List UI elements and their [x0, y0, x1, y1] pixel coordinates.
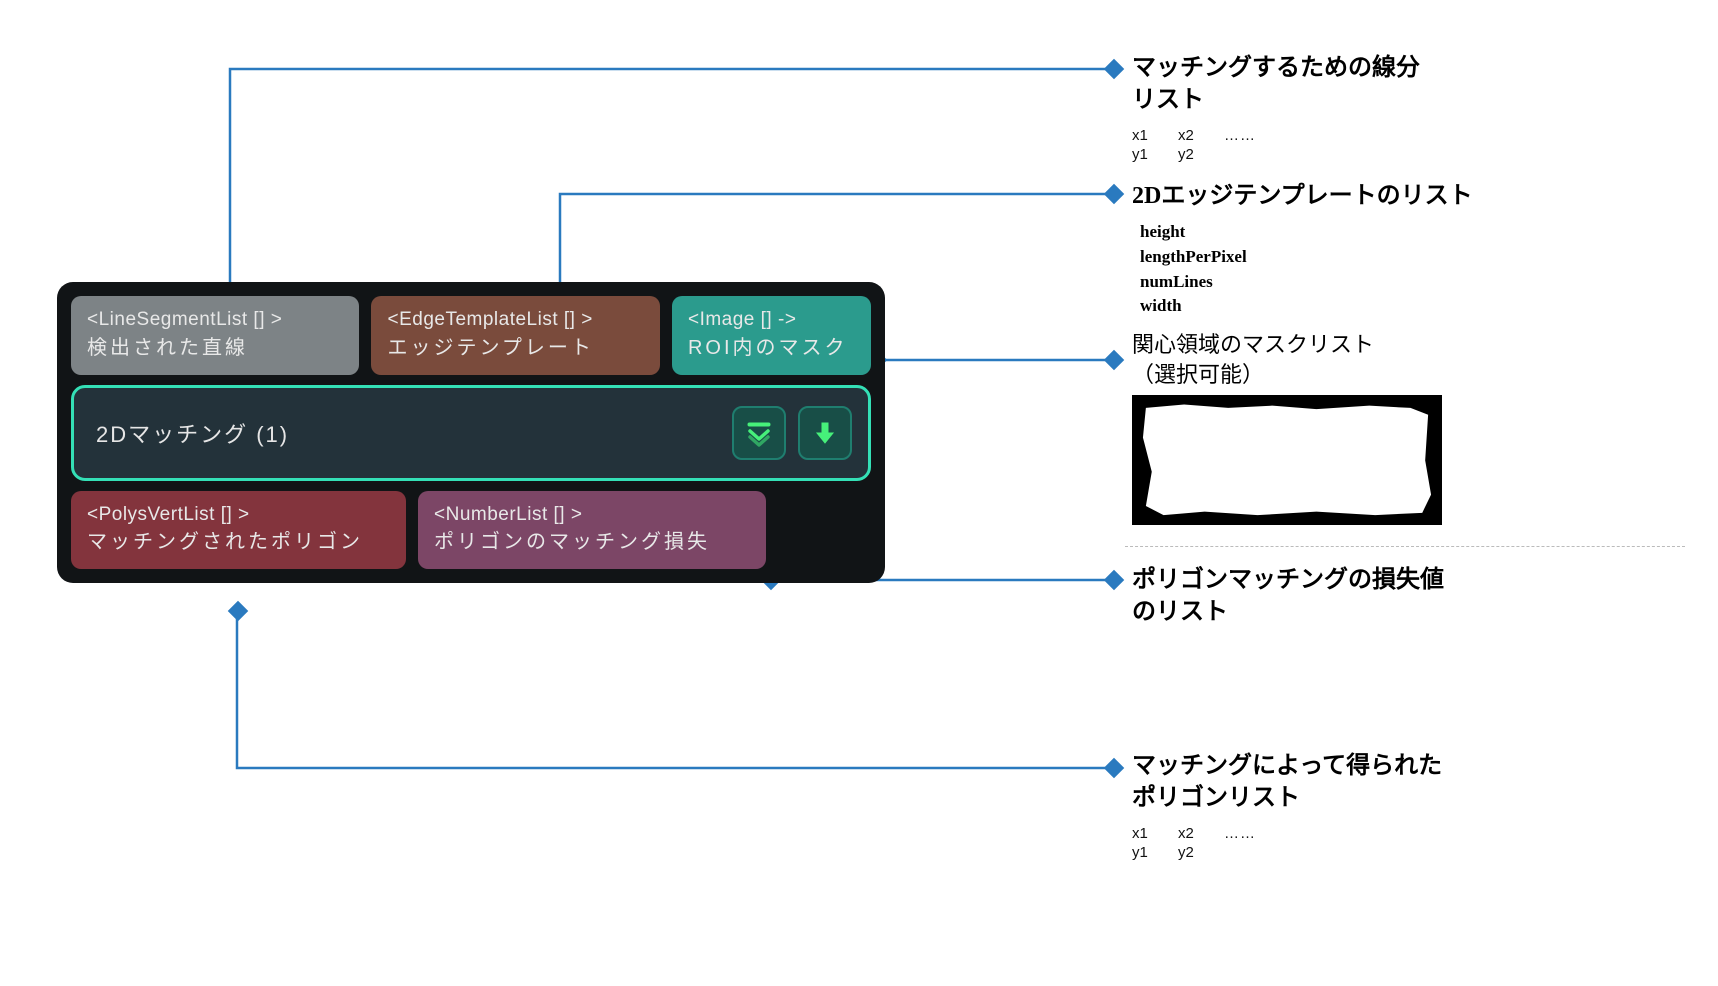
callout-rows: y1 y2 [1132, 146, 1672, 163]
arrow-down-bold-icon [811, 419, 839, 447]
col: y2 [1178, 146, 1194, 163]
port-out-numberlist[interactable]: <NumberList [] > ポリゴンのマッチング損失 [418, 491, 766, 570]
callout-title-line2: （選択可能） [1132, 360, 1672, 390]
col: y1 [1132, 844, 1148, 861]
field: width [1140, 294, 1692, 319]
chevron-double-down-icon [744, 418, 774, 448]
node-title: 2Dマッチング (1) [96, 417, 289, 449]
port-type: <Image [] -> [688, 306, 855, 334]
callout-columns: x1 x2 …… [1132, 127, 1672, 144]
divider [1125, 546, 1685, 547]
port-type: <NumberList [] > [434, 501, 750, 529]
callout-title: 関心領域のマスクリスト [1132, 330, 1672, 360]
callout-rows: y1 y2 [1132, 844, 1692, 861]
field: numLines [1140, 270, 1692, 295]
callout-columns: x1 x2 …… [1132, 825, 1692, 842]
callout-title: マッチングによって得られた [1132, 750, 1692, 782]
col: …… [1224, 127, 1256, 144]
callout-title: 2Dエッジテンプレートのリスト [1132, 180, 1692, 212]
port-type: <PolysVertList [] > [87, 501, 390, 529]
callout-title-line2: のリスト [1132, 596, 1692, 628]
mask-thumbnail [1132, 395, 1442, 525]
port-type: <EdgeTemplateList [] > [387, 306, 643, 334]
col: y2 [1178, 844, 1194, 861]
port-type: <LineSegmentList [] > [87, 306, 343, 334]
callout-matched-polygons: マッチングによって得られた ポリゴンリスト x1 x2 …… y1 y2 [1132, 750, 1692, 861]
expand-button[interactable] [732, 406, 786, 460]
col: y1 [1132, 146, 1148, 163]
col: x2 [1178, 825, 1194, 842]
port-label: エッジテンプレート [387, 334, 643, 363]
port-label: ROI内のマスク [688, 334, 855, 363]
node-header-buttons [732, 406, 852, 460]
port-in-edgetemplatelist[interactable]: <EdgeTemplateList [] > エッジテンプレート [371, 296, 659, 375]
col: x1 [1132, 825, 1148, 842]
port-in-linesegmentlist[interactable]: <LineSegmentList [] > 検出された直線 [71, 296, 359, 375]
node-2d-matching: <LineSegmentList [] > 検出された直線 <EdgeTempl… [57, 282, 885, 583]
col: x1 [1132, 127, 1148, 144]
callout-line-segment-list: マッチングするための線分 リスト x1 x2 …… y1 y2 [1132, 52, 1672, 163]
node-header[interactable]: 2Dマッチング (1) [71, 385, 871, 481]
field: height [1140, 220, 1692, 245]
callout-title: ポリゴンマッチングの損失値 [1132, 564, 1692, 596]
col: x2 [1178, 127, 1194, 144]
port-label: 検出された直線 [87, 334, 343, 363]
callout-title: マッチングするための線分 [1132, 52, 1672, 84]
callout-edge-template-list: 2Dエッジテンプレートのリスト height lengthPerPixel nu… [1132, 180, 1692, 319]
port-out-polysvertlist[interactable]: <PolysVertList [] > マッチングされたポリゴン [71, 491, 406, 570]
port-in-image-roi-mask[interactable]: <Image [] -> ROI内のマスク [672, 296, 871, 375]
callout-roi-mask: 関心領域のマスクリスト （選択可能） [1132, 330, 1672, 525]
node-input-row: <LineSegmentList [] > 検出された直線 <EdgeTempl… [71, 296, 871, 375]
callout-title-line2: ポリゴンリスト [1132, 782, 1692, 814]
run-button[interactable] [798, 406, 852, 460]
field: lengthPerPixel [1140, 245, 1692, 270]
callout-title-line2: リスト [1132, 84, 1672, 116]
col: …… [1224, 825, 1256, 842]
node-output-row: <PolysVertList [] > マッチングされたポリゴン <Number… [71, 491, 871, 570]
port-label: マッチングされたポリゴン [87, 528, 390, 557]
callout-fields: height lengthPerPixel numLines width [1132, 220, 1692, 319]
callout-matching-loss: ポリゴンマッチングの損失値 のリスト [1132, 564, 1692, 629]
port-label: ポリゴンのマッチング損失 [434, 528, 750, 557]
